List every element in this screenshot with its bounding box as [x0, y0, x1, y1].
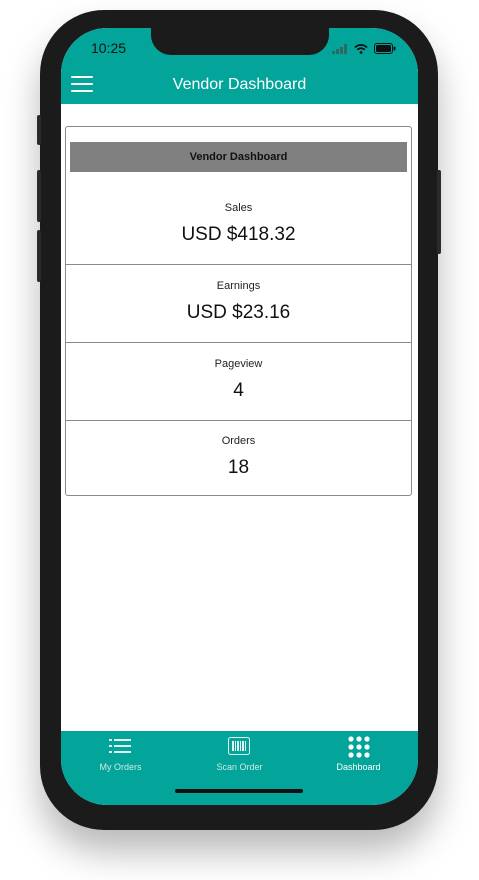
tab-label: Scan Order — [216, 762, 263, 772]
power-button — [437, 170, 441, 254]
stat-label: Earnings — [216, 280, 261, 292]
tab-scan-order[interactable]: Scan Order — [180, 731, 299, 781]
stat-label: Pageview — [214, 358, 263, 370]
stat-value: USD $23.16 — [186, 302, 291, 323]
list-icon — [109, 738, 131, 759]
volume-down-button — [37, 230, 41, 282]
divider — [66, 420, 411, 421]
stat-label: Orders — [221, 435, 256, 447]
divider — [66, 342, 411, 343]
card-title: Vendor Dashboard — [70, 142, 407, 172]
stat-sales: Sales USD $418.32 — [66, 202, 411, 246]
stat-label: Sales — [224, 202, 253, 214]
app-screen: 10:25 Vendor Dashboard Vendor Dashboard … — [61, 28, 418, 805]
barcode-icon — [228, 737, 250, 760]
stat-earnings: Earnings USD $23.16 — [66, 280, 411, 324]
status-time: 10:25 — [91, 40, 127, 56]
status-icons — [332, 41, 396, 59]
tab-my-orders[interactable]: My Orders — [61, 731, 180, 781]
stat-value: USD $418.32 — [181, 224, 296, 245]
bottom-tab-bar: My Orders Scan Order Dashboard — [61, 731, 418, 805]
wifi-icon — [354, 41, 368, 59]
signal-icon — [332, 41, 348, 59]
tab-dashboard[interactable]: Dashboard — [299, 731, 418, 781]
volume-up-button — [37, 170, 41, 222]
home-indicator[interactable] — [175, 789, 303, 793]
mute-switch — [37, 115, 41, 145]
battery-icon — [374, 41, 396, 59]
divider — [66, 264, 411, 265]
dashboard-card: Vendor Dashboard Sales USD $418.32 Earni… — [65, 126, 412, 496]
stat-value: 4 — [233, 380, 244, 401]
tab-label: Dashboard — [336, 762, 381, 772]
notch — [151, 28, 329, 55]
stat-pageview: Pageview 4 — [66, 358, 411, 402]
stat-orders: Orders 18 — [66, 435, 411, 479]
grid-icon — [348, 736, 370, 763]
stat-value: 18 — [227, 457, 250, 478]
page-title: Vendor Dashboard — [172, 76, 307, 93]
tab-label: My Orders — [99, 762, 142, 772]
